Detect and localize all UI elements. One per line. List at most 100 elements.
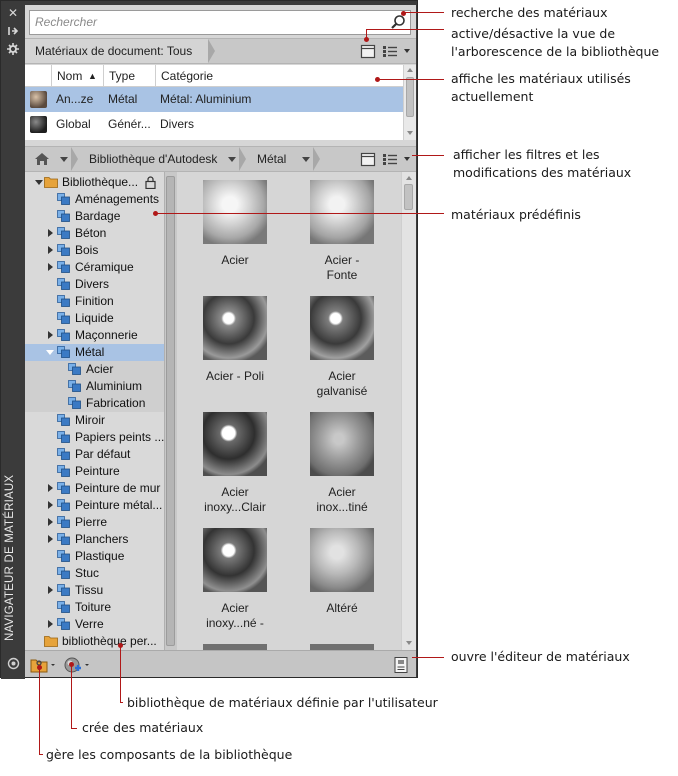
material-preview-image	[310, 296, 374, 360]
tree-item[interactable]: Pierre	[25, 514, 164, 531]
expand-arrow-icon[interactable]	[48, 501, 53, 509]
open-material-editor-button[interactable]	[393, 656, 409, 674]
tree-item[interactable]: Toiture	[25, 599, 164, 616]
tree-item[interactable]: Stuc	[25, 565, 164, 582]
collapse-arrow-icon[interactable]	[35, 180, 43, 185]
annotation-filters-line2: modifications des matériaux	[453, 165, 632, 180]
callout-line	[71, 728, 77, 729]
autohide-icon[interactable]	[6, 24, 20, 38]
annotation-create: crée des matériaux	[82, 720, 204, 735]
callout-line	[39, 667, 40, 755]
toggle-tree-icon[interactable]	[360, 44, 376, 59]
tree-item[interactable]: Finition	[25, 293, 164, 310]
palette-settings-icon[interactable]	[6, 657, 20, 671]
column-header-name[interactable]: Nom ▲	[51, 65, 103, 87]
search-input[interactable]	[30, 11, 370, 33]
manage-library-button[interactable]	[30, 656, 56, 674]
tree-item-library-root[interactable]: Bibliothèque...	[25, 174, 164, 191]
filter-options-icon[interactable]	[382, 152, 398, 167]
properties-icon[interactable]	[6, 42, 20, 56]
table-row[interactable]: Global Génér... Divers	[25, 112, 403, 137]
scroll-down-icon[interactable]	[406, 641, 412, 645]
material-tile[interactable]: Acier - Fonte	[292, 180, 392, 290]
tree-item[interactable]: Aluminium	[25, 378, 164, 395]
tree-item[interactable]: Bardage	[25, 208, 164, 225]
home-dropdown-icon[interactable]	[60, 157, 68, 162]
view-options-icon[interactable]	[382, 44, 398, 59]
tree-item[interactable]: Liquide	[25, 310, 164, 327]
tree-item[interactable]: Aménagements	[25, 191, 164, 208]
tree-item[interactable]: Maçonnerie	[25, 327, 164, 344]
tree-item[interactable]: Par défaut	[25, 446, 164, 463]
expand-arrow-icon[interactable]	[48, 229, 53, 237]
tree-item[interactable]: Tissu	[25, 582, 164, 599]
material-preview-image	[310, 180, 374, 244]
scroll-thumb[interactable]	[406, 77, 414, 117]
table-row[interactable]: An...ze Métal Métal: Aluminium	[25, 87, 403, 112]
expand-arrow-icon[interactable]	[48, 535, 53, 543]
library-layout-icon[interactable]	[360, 152, 376, 167]
tree-item[interactable]: Peinture de mur	[25, 480, 164, 497]
material-tile[interactable]: Acier	[185, 180, 285, 290]
filter-options-dropdown-icon[interactable]	[404, 157, 410, 161]
column-header-type[interactable]: Type	[103, 65, 155, 87]
view-options-dropdown-icon[interactable]	[404, 49, 410, 53]
tree-item-label: Céramique	[75, 260, 134, 274]
category-dropdown-icon[interactable]	[302, 157, 310, 162]
home-icon[interactable]	[34, 152, 50, 169]
tree-item[interactable]: Planchers	[25, 531, 164, 548]
expand-arrow-icon[interactable]	[48, 246, 53, 254]
expand-arrow-icon[interactable]	[48, 620, 53, 628]
scroll-thumb[interactable]	[404, 184, 413, 210]
tree-item[interactable]: Béton	[25, 225, 164, 242]
tree-item[interactable]: Fabrication	[25, 395, 164, 412]
close-icon[interactable]: ✕	[6, 6, 20, 20]
breadcrumb-library[interactable]: Bibliothèque d'Autodesk	[89, 147, 217, 171]
scroll-thumb[interactable]	[166, 176, 175, 646]
expand-arrow-icon[interactable]	[48, 484, 53, 492]
column-header-category[interactable]: Catégorie	[155, 65, 403, 87]
create-material-button[interactable]	[63, 656, 91, 674]
material-category-icon	[57, 482, 70, 494]
expand-arrow-icon[interactable]	[48, 518, 53, 526]
callout-line	[412, 657, 444, 658]
tree-item[interactable]: Peinture	[25, 463, 164, 480]
scroll-up-icon[interactable]	[407, 68, 413, 72]
grid-scrollbar[interactable]	[401, 172, 416, 650]
tree-item[interactable]: Acier	[25, 361, 164, 378]
material-preview-image	[310, 528, 374, 592]
document-materials-filter[interactable]: Matériaux de document: Tous	[25, 39, 216, 63]
library-dropdown-icon[interactable]	[228, 157, 236, 162]
material-tile[interactable]: Acier inoxy...Clair	[185, 412, 285, 522]
tree-item[interactable]: Miroir	[25, 412, 164, 429]
document-table-scrollbar[interactable]	[403, 65, 416, 140]
material-name-line2: galvanisé	[316, 384, 368, 398]
expand-arrow-icon[interactable]	[48, 263, 53, 271]
tree-item[interactable]: Peinture métal...	[25, 497, 164, 514]
material-tile[interactable]: Altéré	[292, 528, 392, 638]
tree-item[interactable]: Verre	[25, 616, 164, 633]
tree-item[interactable]: Papiers peints ...	[25, 429, 164, 446]
expand-arrow-icon[interactable]	[48, 331, 53, 339]
collapse-arrow-icon[interactable]	[46, 350, 54, 355]
expand-arrow-icon[interactable]	[48, 586, 53, 594]
annotation-open-editor: ouvre l'éditeur de matériaux	[451, 649, 630, 664]
annotation-in-use-line1: affiche les matériaux utilisés	[451, 71, 631, 86]
search-box	[29, 10, 411, 35]
material-tile[interactable]: Acier galvanisé	[292, 296, 392, 406]
material-tile[interactable]: Acier - Poli	[185, 296, 285, 406]
scroll-up-icon[interactable]	[406, 176, 412, 180]
tree-item[interactable]: Céramique	[25, 259, 164, 276]
callout-line	[71, 664, 72, 729]
tree-item[interactable]: Plastique	[25, 548, 164, 565]
material-tile[interactable]: Acier inox...tiné	[292, 412, 392, 522]
tree-item[interactable]: Bois	[25, 242, 164, 259]
scroll-down-icon[interactable]	[407, 131, 413, 135]
tree-item[interactable]: Divers	[25, 276, 164, 293]
tree-scrollbar[interactable]	[164, 172, 177, 650]
tree-item-label: Bibliothèque...	[62, 175, 139, 189]
tree-item-user-library[interactable]: bibliothèque per...	[25, 633, 164, 650]
tree-item-metal[interactable]: Métal	[25, 344, 164, 361]
breadcrumb-category[interactable]: Métal	[257, 147, 286, 171]
material-tile[interactable]: Acier inoxy...né -	[185, 528, 285, 638]
